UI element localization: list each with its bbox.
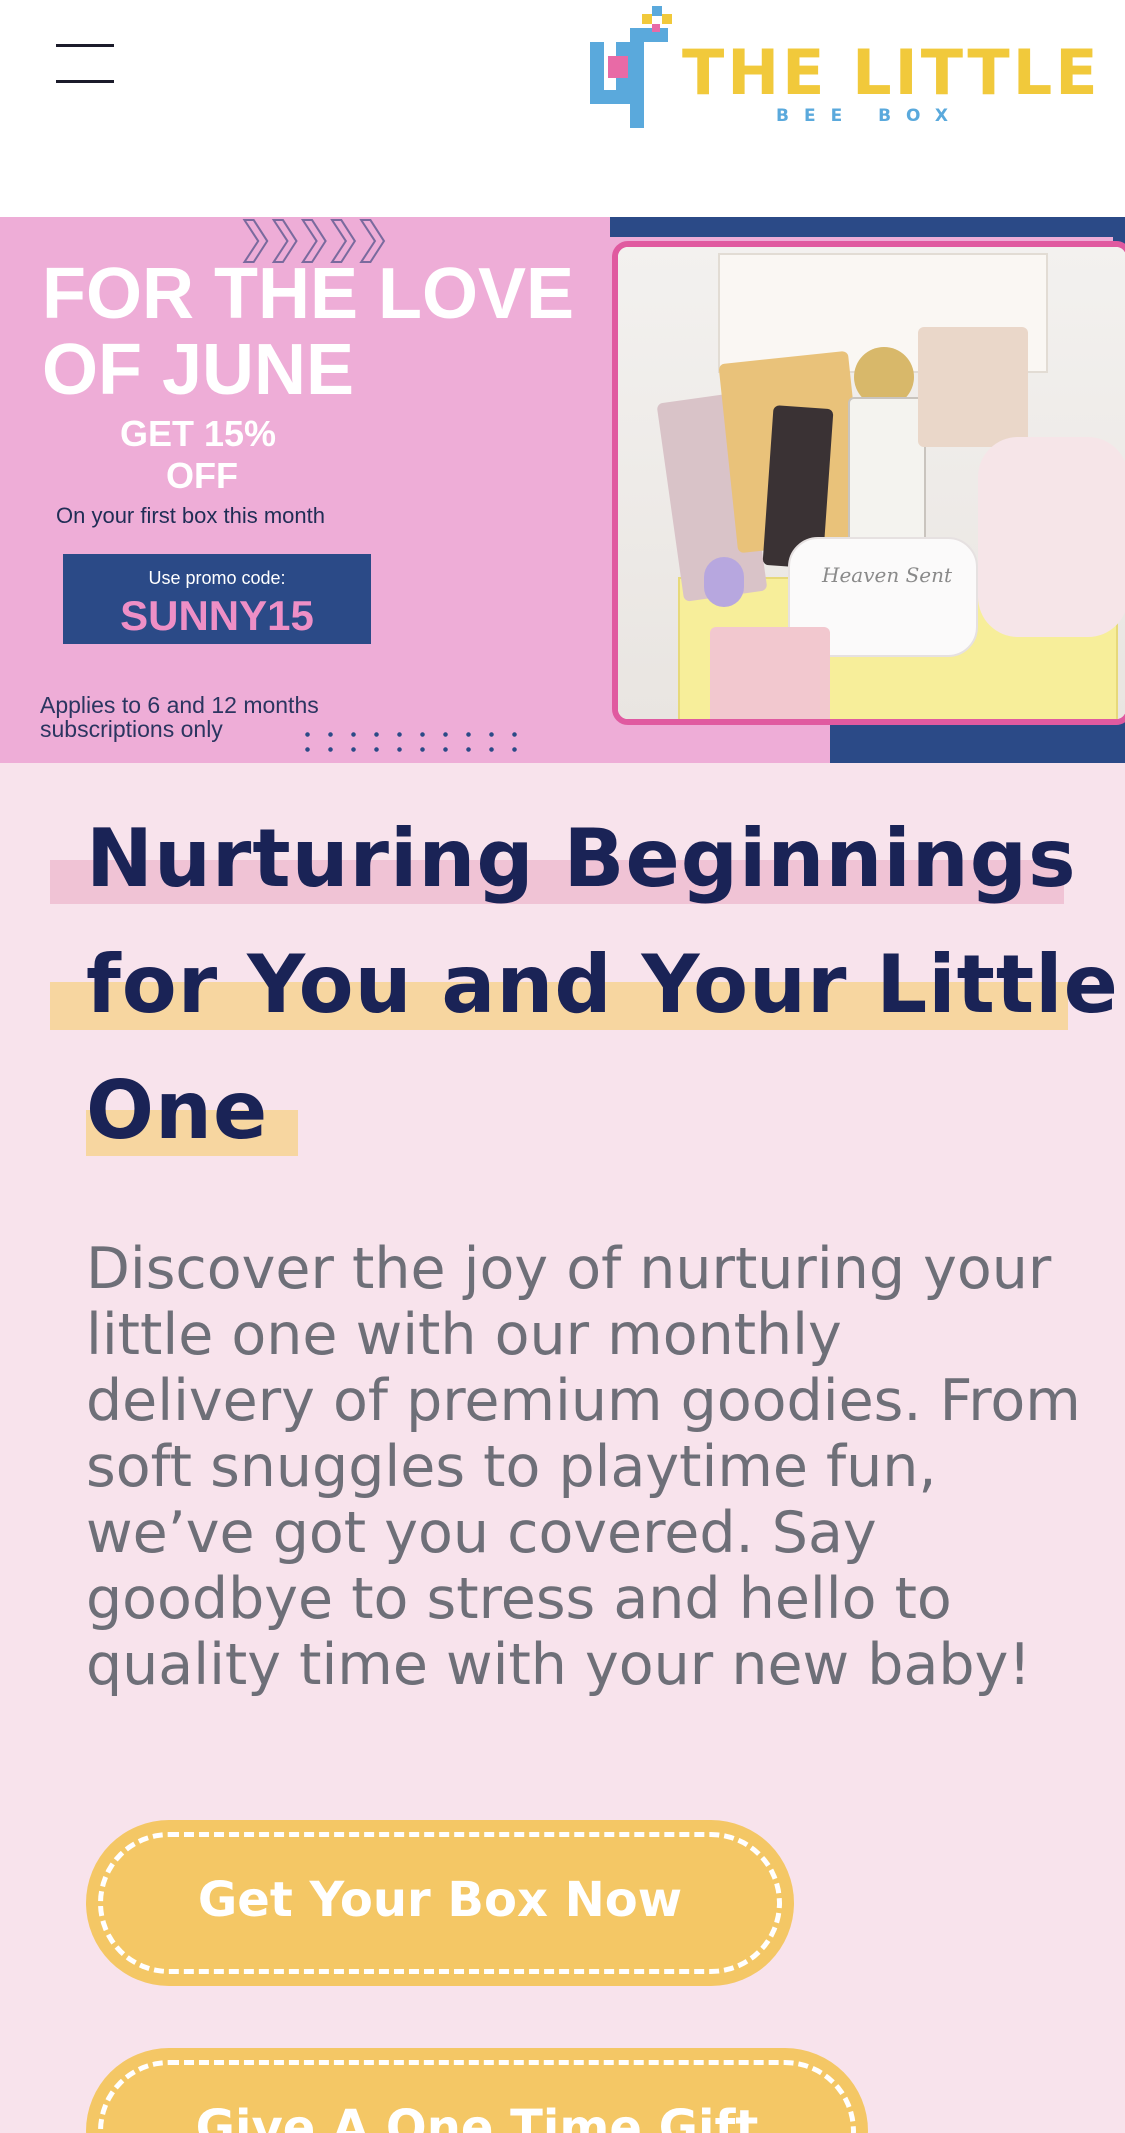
banner-headline-line1: FOR THE LOVE [42, 254, 575, 334]
banner-offer-detail: On your first box this month [56, 503, 325, 528]
dot-pattern-decoration [296, 727, 526, 759]
site-header: THE LITTLE BEE BOX [0, 0, 1125, 217]
get-box-button-label: Get Your Box Now [197, 1872, 683, 1928]
photo-caption: Heaven Sent [822, 563, 953, 587]
banner-offer-line1: GET 15% [120, 413, 277, 454]
promo-code: SUNNY15 [120, 592, 314, 639]
fine-print-line2: subscriptions only [40, 716, 223, 742]
banner-headline-line2: OF JUNE [42, 330, 355, 410]
menu-line-top [56, 44, 114, 47]
heading-line-1: Nurturing Beginnings [86, 812, 1077, 905]
logo-title: THE LITTLE [682, 36, 1101, 109]
banner-fine-print: Applies to 6 and 12 months subscriptions… [40, 693, 319, 741]
heading-line-2: for You and Your Little [86, 938, 1119, 1031]
get-box-button[interactable]: Get Your Box Now [86, 1820, 794, 1986]
fine-print-line1: Applies to 6 and 12 months [40, 692, 319, 718]
banner-accent-top [610, 217, 1125, 237]
pacifier-product [704, 557, 744, 607]
one-time-gift-button[interactable]: Give A One Time Gift [86, 2048, 868, 2133]
promo-banner[interactable]: ❯❯❯❯❯ FOR THE LOVE OF JUNE GET 15% OFF O… [0, 217, 1125, 763]
promo-code-box: Use promo code: SUNNY15 [63, 554, 371, 644]
hamburger-menu-icon[interactable] [52, 40, 118, 88]
intro-paragraph: Discover the joy of nurturing your littl… [86, 1236, 1081, 1698]
socks-product [710, 627, 830, 719]
menu-line-bottom [56, 80, 114, 83]
heading-line-3: One [86, 1064, 269, 1157]
banner-accent-bottom [830, 723, 1125, 763]
banner-offer-line2: OFF [166, 455, 238, 496]
promo-label: Use promo code: [148, 568, 286, 588]
blanket-product [978, 437, 1125, 637]
logo-subtitle: BEE BOX [776, 106, 964, 126]
hat-product [918, 327, 1028, 447]
product-photo: Heaven Sent [612, 241, 1125, 725]
site-logo[interactable]: THE LITTLE BEE BOX [590, 6, 1098, 130]
one-time-gift-button-label: Give A One Time Gift [195, 2100, 759, 2133]
bee-box-logo-mark [590, 6, 672, 128]
